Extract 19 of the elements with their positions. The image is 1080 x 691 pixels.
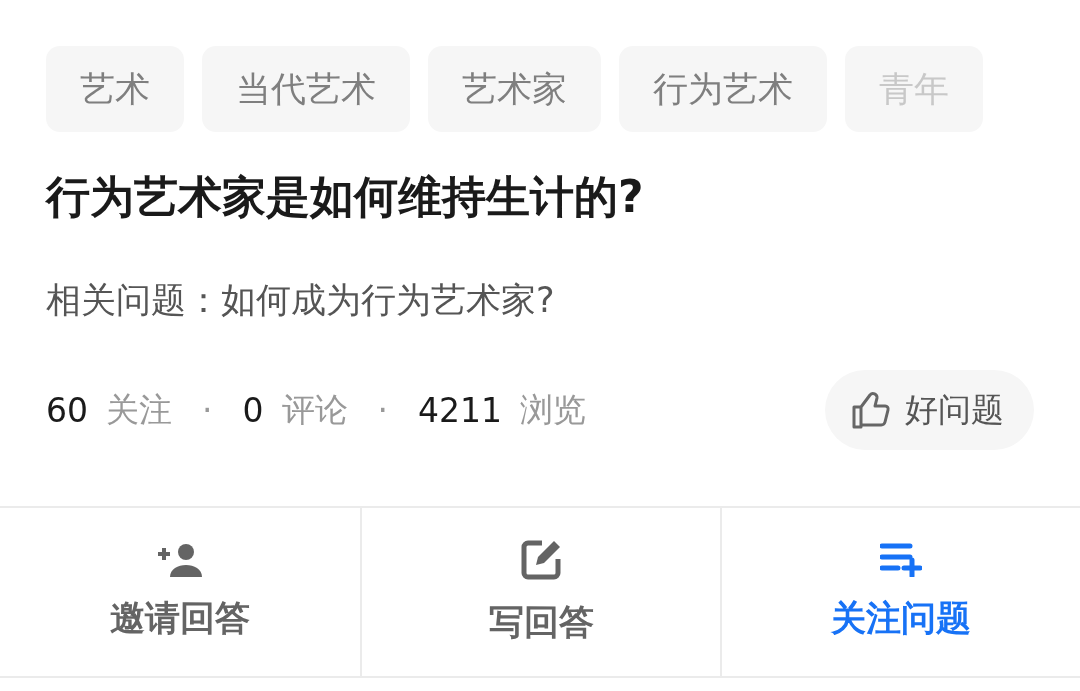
stat-label: 关注 bbox=[106, 388, 172, 431]
stat-label: 浏览 bbox=[520, 388, 586, 431]
question-title: 行为艺术家是如何维持生计的? bbox=[46, 170, 645, 224]
edit-icon bbox=[520, 538, 562, 581]
stat-label: 评论 bbox=[281, 388, 348, 431]
add-person-icon bbox=[156, 542, 204, 577]
topic-tag[interactable]: 行为艺术 bbox=[619, 46, 827, 132]
separator-dot: · bbox=[202, 390, 213, 430]
stat-count: 4211 bbox=[418, 390, 502, 430]
topic-tag[interactable]: 艺术 bbox=[46, 46, 184, 132]
stat-count: 60 bbox=[46, 390, 88, 430]
thumbs-up-icon bbox=[851, 390, 891, 430]
separator-dot: · bbox=[377, 390, 388, 430]
topic-tag[interactable]: 艺术家 bbox=[428, 46, 601, 132]
related-question[interactable]: 相关问题：如何成为行为艺术家? bbox=[46, 277, 1080, 324]
stat-count: 0 bbox=[242, 390, 264, 430]
good-question-button[interactable]: 好问题 bbox=[825, 370, 1034, 450]
list-add-icon bbox=[880, 542, 922, 577]
topic-tag[interactable]: 当代艺术 bbox=[202, 46, 410, 132]
